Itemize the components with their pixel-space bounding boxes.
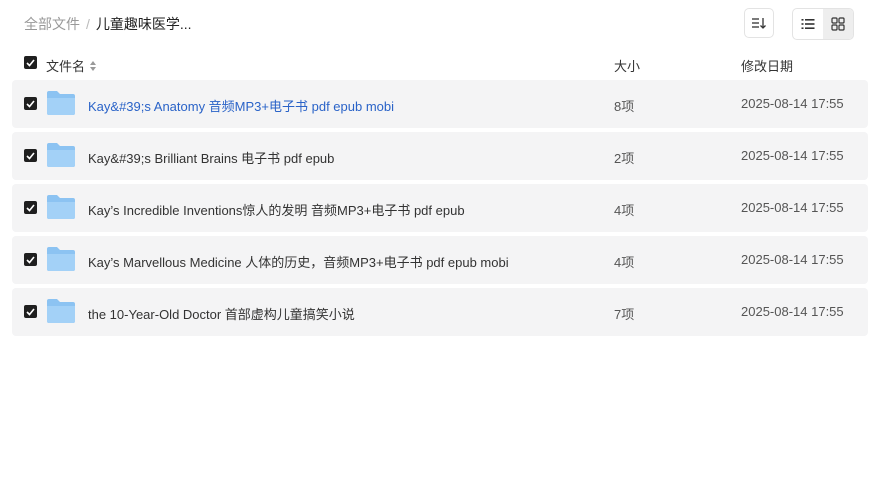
name-column-label: 文件名 [46,59,86,74]
folder-icon [47,91,75,115]
checkbox-icon [26,99,35,108]
file-modified: 2025-08-14 17:55 [741,96,844,111]
row-checkbox[interactable] [24,149,37,162]
breadcrumb-separator: / [86,16,90,32]
top-bar: 全部文件 / 儿童趣味医学... [0,0,878,48]
grid-view-icon [831,17,845,31]
list-view-icon [801,19,815,29]
folder-icon [47,299,75,323]
modified-column-header[interactable]: 修改日期 [741,56,793,75]
file-size: 2项 [614,151,635,166]
row-checkbox[interactable] [24,305,37,318]
table-row[interactable]: the 10-Year-Old Doctor 首部虚构儿童搞笑小说 7项 202… [12,288,868,336]
file-size: 8项 [614,99,635,114]
file-size: 4项 [614,255,635,270]
file-modified: 2025-08-14 17:55 [741,252,844,267]
folder-icon [47,143,75,167]
list-view-button[interactable] [793,9,823,39]
file-name[interactable]: Kay&#39;s Anatomy 音频MP3+电子书 pdf epub mob… [88,96,394,115]
table-row[interactable]: Kay’s Incredible Inventions惊人的发明 音频MP3+电… [12,184,868,232]
file-name[interactable]: the 10-Year-Old Doctor 首部虚构儿童搞笑小说 [88,304,355,323]
file-name[interactable]: Kay’s Incredible Inventions惊人的发明 音频MP3+电… [88,200,465,219]
row-checkbox[interactable] [24,97,37,110]
checkbox-icon [26,151,35,160]
table-row[interactable]: Kay&#39;s Anatomy 音频MP3+电子书 pdf epub mob… [12,80,868,128]
grid-view-button[interactable] [823,9,853,39]
sort-arrows-icon [90,60,97,71]
file-modified: 2025-08-14 17:55 [741,148,844,163]
checkbox-icon [26,307,35,316]
size-column-header[interactable]: 大小 [614,56,640,75]
table-row[interactable]: Kay’s Marvellous Medicine 人体的历史，音频MP3+电子… [12,236,868,284]
row-checkbox[interactable] [24,253,37,266]
table-header: 文件名 大小 修改日期 [0,52,878,76]
checkbox-icon [26,58,35,67]
breadcrumb-root[interactable]: 全部文件 [24,16,80,32]
view-toggle [792,8,854,40]
file-modified: 2025-08-14 17:55 [741,304,844,319]
sort-icon [752,18,766,29]
file-name[interactable]: Kay’s Marvellous Medicine 人体的历史，音频MP3+电子… [88,252,509,271]
table-row[interactable]: Kay&#39;s Brilliant Brains 电子书 pdf epub … [12,132,868,180]
checkbox-icon [26,255,35,264]
sort-button[interactable] [744,8,774,38]
folder-icon [47,195,75,219]
file-list: Kay&#39;s Anatomy 音频MP3+电子书 pdf epub mob… [12,80,868,340]
checkbox-icon [26,203,35,212]
file-modified: 2025-08-14 17:55 [741,200,844,215]
file-name[interactable]: Kay&#39;s Brilliant Brains 电子书 pdf epub [88,148,334,167]
select-all-checkbox[interactable] [24,56,37,69]
breadcrumb-current: 儿童趣味医学... [95,16,192,32]
row-checkbox[interactable] [24,201,37,214]
name-column-header[interactable]: 文件名 [46,56,98,75]
folder-icon [47,247,75,271]
breadcrumb: 全部文件 / 儿童趣味医学... [24,15,192,33]
file-size: 4项 [614,203,635,218]
file-size: 7项 [614,307,635,322]
